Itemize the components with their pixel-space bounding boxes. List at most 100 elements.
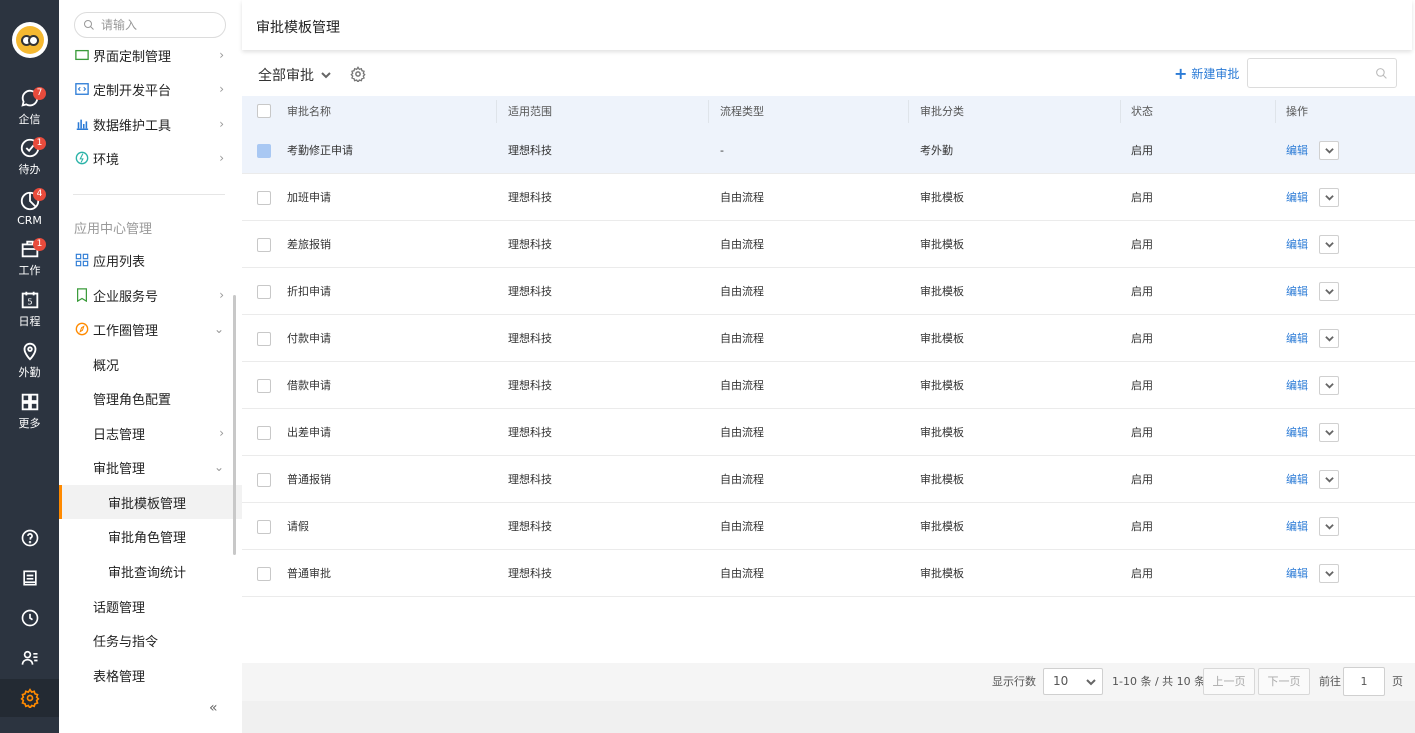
row-more-dropdown[interactable]	[1319, 141, 1339, 160]
rail-users-button[interactable]	[0, 639, 59, 677]
edit-link[interactable]: 编辑	[1286, 268, 1308, 315]
sidebar-item-task[interactable]: 任务与指令	[59, 623, 242, 657]
row-more-dropdown[interactable]	[1319, 188, 1339, 207]
row-more-dropdown[interactable]	[1319, 376, 1339, 395]
edit-link[interactable]: 编辑	[1286, 221, 1308, 268]
edit-link[interactable]: 编辑	[1286, 503, 1308, 550]
sidebar-item-approval-template[interactable]: 审批模板管理	[59, 485, 242, 519]
column-header-status[interactable]: 状态	[1131, 96, 1153, 127]
table-row[interactable]: 普通审批 理想科技 自由流程 审批模板 启用 编辑	[242, 550, 1415, 597]
cell-name: 加班申请	[287, 191, 331, 204]
avatar[interactable]	[12, 22, 48, 58]
column-header-scope[interactable]: 适用范围	[508, 96, 552, 127]
table-row[interactable]: 借款申请 理想科技 自由流程 审批模板 启用 编辑	[242, 362, 1415, 409]
cell-scope: 理想科技	[508, 426, 552, 439]
row-checkbox[interactable]	[257, 332, 271, 346]
next-page-button[interactable]: 下一页	[1258, 668, 1310, 695]
sidebar-item-environment[interactable]: 环境 ›	[59, 141, 242, 175]
rail-item-field[interactable]: 外勤	[0, 337, 59, 383]
page-number-input[interactable]: 1	[1343, 667, 1385, 696]
row-checkbox[interactable]	[257, 473, 271, 487]
sidebar-item-ui-custom[interactable]: 界面定制管理 ›	[59, 38, 242, 72]
edit-link[interactable]: 编辑	[1286, 174, 1308, 221]
rail-settings-button[interactable]	[0, 679, 59, 717]
collapse-sidebar-button[interactable]: «	[209, 700, 218, 716]
row-checkbox[interactable]	[257, 520, 271, 534]
edit-link[interactable]: 编辑	[1286, 127, 1308, 174]
sidebar-item-workcircle[interactable]: 工作圈管理 ⌄	[59, 312, 242, 346]
sidebar-item-topic[interactable]: 话题管理	[59, 589, 242, 623]
row-checkbox[interactable]	[257, 567, 271, 581]
sidebar-search-input[interactable]	[101, 18, 211, 32]
table-row[interactable]: 出差申请 理想科技 自由流程 审批模板 启用 编辑	[242, 409, 1415, 456]
rail-item-todo[interactable]: 1 待办	[0, 134, 59, 180]
table-row[interactable]: 请假 理想科技 自由流程 审批模板 启用 编辑	[242, 503, 1415, 550]
sidebar-item-overview[interactable]: 概况	[59, 347, 242, 381]
rail-item-more[interactable]: 更多	[0, 388, 59, 434]
cell-category: 审批模板	[920, 285, 964, 298]
edit-link[interactable]: 编辑	[1286, 409, 1308, 456]
sidebar-item-role-config[interactable]: 管理角色配置	[59, 381, 242, 415]
row-checkbox[interactable]	[257, 144, 271, 158]
rail-item-calendar[interactable]: 5 日程	[0, 286, 59, 332]
prev-page-button[interactable]: 上一页	[1203, 668, 1255, 695]
row-checkbox[interactable]	[257, 191, 271, 205]
edit-link[interactable]: 编辑	[1286, 456, 1308, 503]
chevron-down-icon	[1324, 195, 1334, 201]
sidebar-scrollbar[interactable]	[233, 295, 236, 555]
select-all-checkbox[interactable]	[257, 104, 271, 118]
sidebar-item-data-tools[interactable]: 数据维护工具 ›	[59, 107, 242, 141]
cell-category: 审批模板	[920, 567, 964, 580]
table-row[interactable]: 折扣申请 理想科技 自由流程 审批模板 启用 编辑	[242, 268, 1415, 315]
sidebar-item-approval-role[interactable]: 审批角色管理	[59, 519, 242, 553]
row-more-dropdown[interactable]	[1319, 235, 1339, 254]
rail-help-button[interactable]	[0, 519, 59, 557]
sidebar-item-app-list[interactable]: 应用列表	[59, 243, 242, 277]
sidebar-search[interactable]	[74, 12, 226, 38]
row-more-dropdown[interactable]	[1319, 329, 1339, 348]
column-header-name[interactable]: 审批名称	[287, 96, 331, 127]
cell-status: 启用	[1131, 426, 1153, 439]
row-more-dropdown[interactable]	[1319, 470, 1339, 489]
cell-scope: 理想科技	[508, 285, 552, 298]
sidebar-item-approval[interactable]: 审批管理 ⌄	[59, 450, 242, 484]
row-more-dropdown[interactable]	[1319, 282, 1339, 301]
rail-item-chat[interactable]: 7 企信	[0, 84, 59, 130]
row-checkbox[interactable]	[257, 238, 271, 252]
edit-link[interactable]: 编辑	[1286, 315, 1308, 362]
column-header-flow[interactable]: 流程类型	[720, 96, 764, 127]
row-more-dropdown[interactable]	[1319, 564, 1339, 583]
column-header-category[interactable]: 审批分类	[920, 96, 964, 127]
cell-status: 启用	[1131, 567, 1153, 580]
rail-item-work[interactable]: 1 工作	[0, 235, 59, 281]
sidebar-item-label: 审批角色管理	[108, 530, 187, 546]
sidebar-item-service-account[interactable]: 企业服务号 ›	[59, 278, 242, 312]
new-approval-button[interactable]: + 新建审批	[1174, 64, 1239, 83]
row-checkbox[interactable]	[257, 379, 271, 393]
rail-clock-button[interactable]	[0, 599, 59, 637]
row-checkbox[interactable]	[257, 285, 271, 299]
page-size-select[interactable]: 10	[1043, 668, 1103, 695]
row-more-dropdown[interactable]	[1319, 517, 1339, 536]
edit-link[interactable]: 编辑	[1286, 550, 1308, 597]
sidebar-item-log[interactable]: 日志管理 ›	[59, 416, 242, 450]
table-row[interactable]: 加班申请 理想科技 自由流程 审批模板 启用 编辑	[242, 174, 1415, 221]
sidebar-item-approval-stats[interactable]: 审批查询统计	[59, 554, 242, 588]
cell-name: 借款申请	[287, 379, 331, 392]
table-search-input[interactable]	[1247, 58, 1397, 88]
sidebar-item-sheet[interactable]: 表格管理	[59, 658, 242, 692]
rail-item-crm[interactable]: 4 CRM	[0, 185, 59, 231]
approval-filter-dropdown[interactable]: 全部审批	[258, 65, 332, 85]
edit-link[interactable]: 编辑	[1286, 362, 1308, 409]
table-row[interactable]: 付款申请 理想科技 自由流程 审批模板 启用 编辑	[242, 315, 1415, 362]
sidebar-item-dev-platform[interactable]: 定制开发平台 ›	[59, 72, 242, 106]
cell-category: 审批模板	[920, 520, 964, 533]
row-checkbox[interactable]	[257, 426, 271, 440]
table-row[interactable]: 普通报销 理想科技 自由流程 审批模板 启用 编辑	[242, 456, 1415, 503]
gear-icon[interactable]	[350, 66, 366, 82]
row-more-dropdown[interactable]	[1319, 423, 1339, 442]
table-row[interactable]: 考勤修正申请 理想科技 - 考外勤 启用 编辑	[242, 127, 1415, 174]
table-row[interactable]: 差旅报销 理想科技 自由流程 审批模板 启用 编辑	[242, 221, 1415, 268]
rail-label-more: 更多	[18, 417, 41, 430]
rail-book-button[interactable]	[0, 559, 59, 597]
